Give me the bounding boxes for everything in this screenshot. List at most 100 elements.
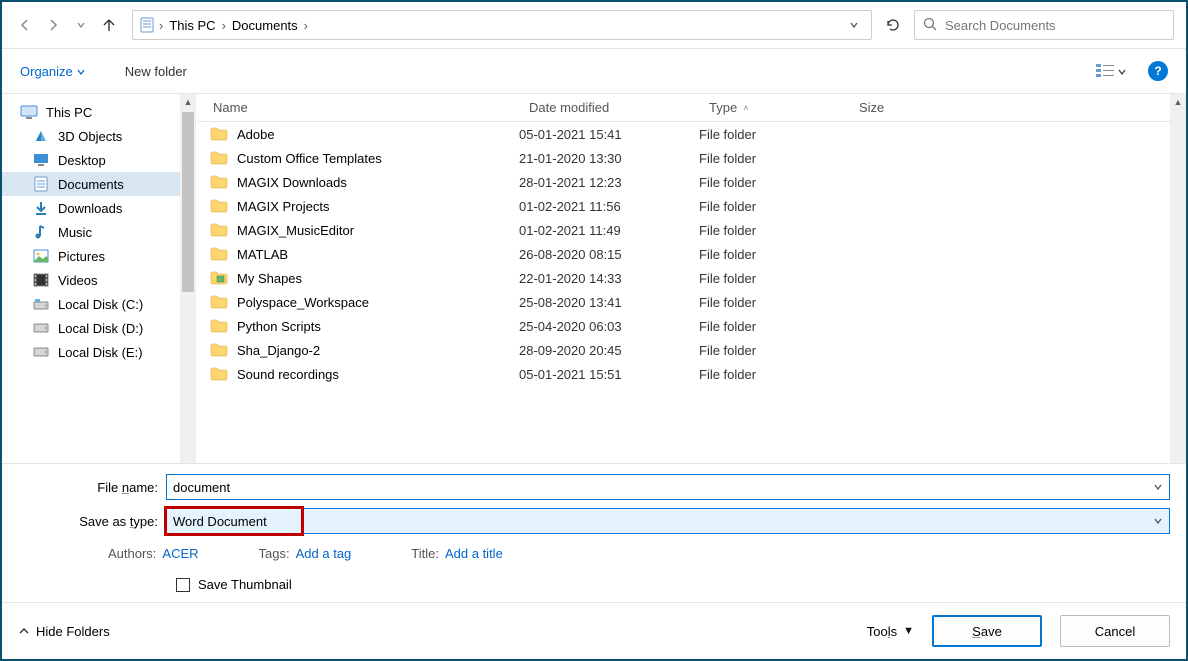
new-folder-button[interactable]: New folder (125, 64, 187, 79)
file-row[interactable]: Python Scripts25-04-2020 06:03File folde… (197, 314, 1186, 338)
disk-c-icon (32, 296, 50, 312)
file-type: File folder (699, 151, 849, 166)
tree-item-local-disk-d-[interactable]: Local Disk (D:)› (2, 316, 196, 340)
save-thumbnail-label[interactable]: Save Thumbnail (198, 577, 292, 592)
file-row[interactable]: Adobe05-01-2021 15:41File folder (197, 122, 1186, 146)
file-type: File folder (699, 127, 849, 142)
disk-icon (32, 320, 50, 336)
save-button[interactable]: Save (932, 615, 1042, 647)
file-name: Adobe (237, 127, 275, 142)
file-row[interactable]: My Shapes22-01-2020 14:33File folder (197, 266, 1186, 290)
help-button[interactable]: ? (1148, 61, 1168, 81)
file-date: 26-08-2020 08:15 (519, 247, 699, 262)
col-name-header[interactable]: Name (209, 100, 529, 115)
tree-label: Videos (58, 273, 98, 288)
tree-item-desktop[interactable]: Desktop (2, 148, 196, 172)
file-type: File folder (699, 247, 849, 262)
chevron-right-icon: › (304, 18, 308, 33)
file-type: File folder (699, 223, 849, 238)
file-type: File folder (699, 175, 849, 190)
tree-item-music[interactable]: Music (2, 220, 196, 244)
forward-button[interactable] (42, 14, 64, 36)
search-box[interactable] (914, 10, 1174, 40)
scroll-up-icon[interactable]: ▲ (1170, 94, 1186, 110)
tree-item-local-disk-c-[interactable]: Local Disk (C:) (2, 292, 196, 316)
folder-icon (209, 126, 229, 142)
documents-icon (139, 17, 155, 33)
videos-icon (32, 272, 50, 288)
col-type-header[interactable]: Type˄ (709, 100, 859, 115)
file-name: MAGIX Downloads (237, 175, 347, 190)
file-list: Name Date modified Type˄ Size Adobe05-01… (197, 94, 1186, 463)
file-type: File folder (699, 295, 849, 310)
authors-value[interactable]: ACER (162, 546, 198, 561)
file-name: MAGIX_MusicEditor (237, 223, 354, 238)
tree-item-documents[interactable]: Documents (2, 172, 196, 196)
chevron-down-icon (1118, 64, 1126, 79)
refresh-button[interactable] (878, 10, 908, 40)
chevron-down-icon[interactable] (1153, 480, 1163, 495)
tags-value[interactable]: Add a tag (296, 546, 352, 561)
up-button[interactable] (98, 14, 120, 36)
scrollbar-thumb[interactable] (182, 112, 194, 292)
file-row[interactable]: Sound recordings05-01-2021 15:51File fol… (197, 362, 1186, 386)
organize-button[interactable]: Organize (20, 64, 85, 79)
file-name: MAGIX Projects (237, 199, 329, 214)
view-options-button[interactable] (1096, 64, 1126, 79)
file-row[interactable]: MAGIX Downloads28-01-2021 12:23File fold… (197, 170, 1186, 194)
file-name-input[interactable] (173, 480, 1153, 495)
search-input[interactable] (945, 18, 1165, 33)
file-row[interactable]: Sha_Django-228-09-2020 20:45File folder (197, 338, 1186, 362)
tools-dropdown[interactable]: Tools ▼ (867, 624, 914, 639)
tree-item-downloads[interactable]: Downloads (2, 196, 196, 220)
file-row[interactable]: MAGIX Projects01-02-2021 11:56File folde… (197, 194, 1186, 218)
tree-item-pictures[interactable]: Pictures (2, 244, 196, 268)
file-name: Custom Office Templates (237, 151, 382, 166)
address-dropdown[interactable] (843, 18, 865, 33)
tree-item-local-disk-e-[interactable]: Local Disk (E:)› (2, 340, 196, 364)
file-name-combo[interactable] (166, 474, 1170, 500)
tree-item-3d-objects[interactable]: 3D Objects (2, 124, 196, 148)
main-panel: This PC 3D ObjectsDesktop Documents Downlo… (2, 94, 1186, 463)
chevron-down-icon[interactable] (1153, 514, 1163, 529)
tree-label: Downloads (58, 201, 122, 216)
tree-label: This PC (46, 105, 92, 120)
list-scrollbar[interactable]: ▲ (1170, 94, 1186, 463)
command-toolbar: Organize New folder ? (2, 49, 1186, 94)
back-button[interactable] (14, 14, 36, 36)
navigation-tree[interactable]: This PC 3D ObjectsDesktop Documents Downlo… (2, 94, 197, 463)
scroll-up-icon[interactable]: ▲ (180, 94, 196, 110)
file-row[interactable]: MAGIX_MusicEditor01-02-2021 11:49File fo… (197, 218, 1186, 242)
tree-this-pc[interactable]: This PC (2, 100, 196, 124)
cancel-button[interactable]: Cancel (1060, 615, 1170, 647)
title-value[interactable]: Add a title (445, 546, 503, 561)
music-icon (32, 224, 50, 240)
sort-indicator-icon: ˄ (743, 103, 748, 113)
search-icon (923, 17, 937, 34)
file-type: File folder (699, 271, 849, 286)
chevron-up-icon (18, 625, 30, 637)
folder-icon (209, 174, 229, 190)
breadcrumb-documents[interactable]: Documents (230, 16, 300, 35)
save-thumbnail-checkbox[interactable] (176, 578, 190, 592)
file-row[interactable]: MATLAB26-08-2020 08:15File folder (197, 242, 1186, 266)
title-label: Title: (411, 546, 439, 561)
breadcrumb-this-pc[interactable]: This PC (167, 16, 217, 35)
hide-folders-button[interactable]: Hide Folders (18, 624, 110, 639)
file-name: Python Scripts (237, 319, 321, 334)
tree-item-videos[interactable]: Videos (2, 268, 196, 292)
file-name: My Shapes (237, 271, 302, 286)
file-row[interactable]: Polyspace_Workspace25-08-2020 13:41File … (197, 290, 1186, 314)
file-date: 05-01-2021 15:51 (519, 367, 699, 382)
3d-icon (32, 128, 50, 144)
address-bar[interactable]: › This PC › Documents › (132, 10, 872, 40)
folder-icon (209, 246, 229, 262)
save-type-combo[interactable]: Word Document (166, 508, 1170, 534)
col-date-header[interactable]: Date modified (529, 100, 709, 115)
tree-scrollbar[interactable]: ▲ (180, 94, 196, 463)
file-row[interactable]: Custom Office Templates21-01-2020 13:30F… (197, 146, 1186, 170)
recent-dropdown[interactable] (70, 14, 92, 36)
col-size-header[interactable]: Size (859, 100, 959, 115)
tree-label: Local Disk (E:) (58, 345, 143, 360)
tree-label: Documents (58, 177, 124, 192)
